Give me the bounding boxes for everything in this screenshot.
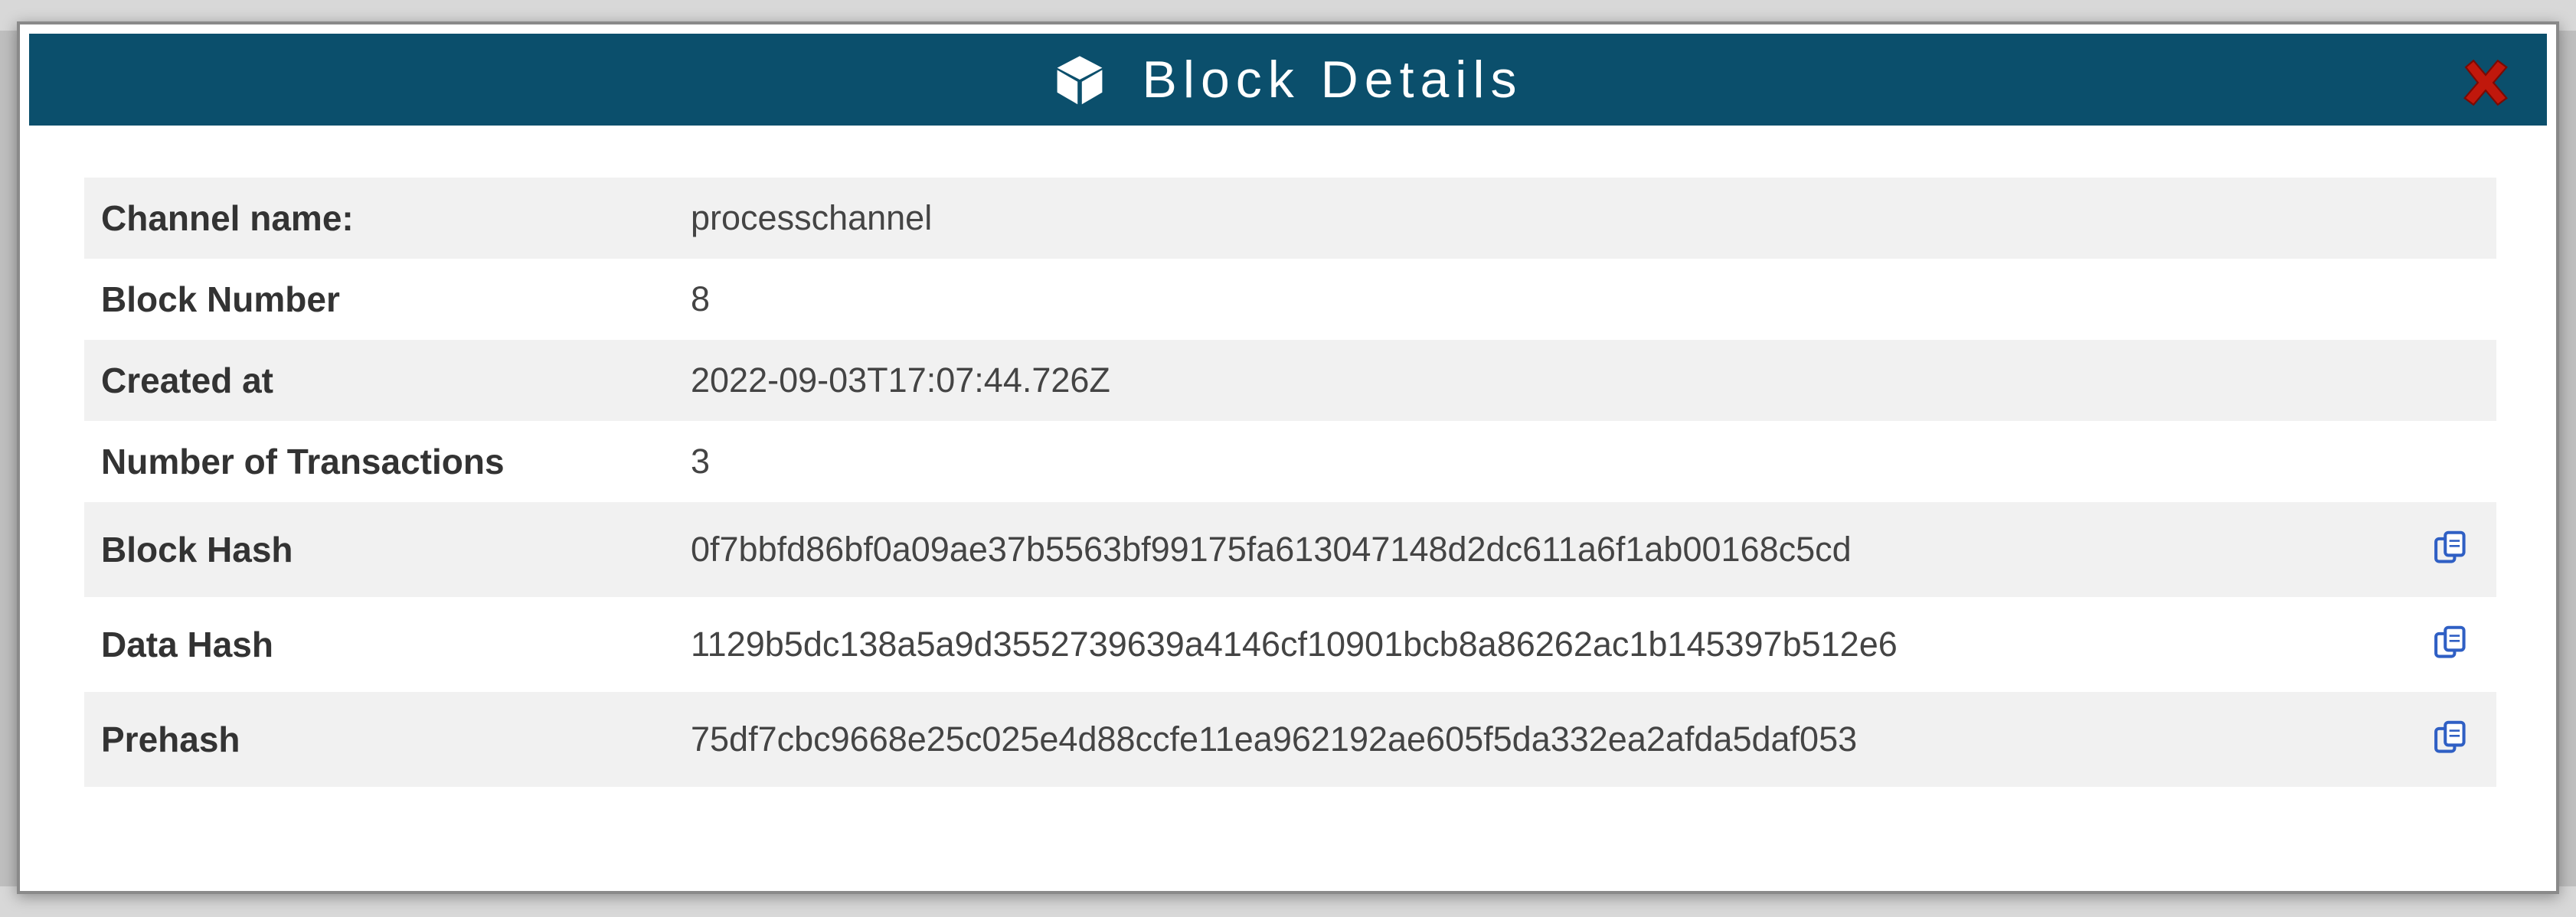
detail-label: Data Hash (101, 625, 273, 664)
detail-row-prehash: Prehash 75df7cbc9668e25c025e4d88ccfe11ea… (84, 692, 2496, 787)
close-icon (2463, 59, 2508, 106)
copy-prehash-button[interactable] (2430, 717, 2471, 759)
detail-label: Prehash (101, 720, 240, 759)
detail-value: 1129b5dc138a5a9d3552739639a4146cf10901bc… (691, 625, 1898, 664)
detail-row-channel: Channel name: processchannel (84, 178, 2496, 259)
detail-label: Number of Transactions (101, 442, 505, 481)
detail-label: Channel name: (101, 198, 354, 238)
copy-data-hash-button[interactable] (2430, 622, 2471, 664)
copy-icon (2434, 625, 2466, 658)
block-details-dialog: Block Details Channel name: processchann… (17, 21, 2559, 894)
detail-value: 8 (691, 279, 711, 318)
cube-icon (1053, 53, 1107, 106)
copy-block-hash-button[interactable] (2430, 527, 2471, 569)
detail-row-data-hash: Data Hash 1129b5dc138a5a9d3552739639a414… (84, 597, 2496, 692)
detail-value: 3 (691, 442, 711, 481)
detail-label: Block Number (101, 279, 340, 319)
copy-icon (2434, 530, 2466, 563)
detail-row-num-transactions: Number of Transactions 3 (84, 421, 2496, 502)
copy-icon (2434, 720, 2466, 753)
detail-label: Block Hash (101, 530, 293, 569)
detail-value: 2022-09-03T17:07:44.726Z (691, 361, 1110, 400)
close-button[interactable] (2458, 55, 2513, 110)
detail-value: 75df7cbc9668e25c025e4d88ccfe11ea962192ae… (691, 720, 1858, 759)
detail-row-created-at: Created at 2022-09-03T17:07:44.726Z (84, 340, 2496, 421)
dialog-title-group: Block Details (1053, 50, 1522, 109)
block-details-table: Channel name: processchannel Block Numbe… (84, 178, 2496, 787)
dialog-title: Block Details (1142, 51, 1523, 109)
detail-value: 0f7bbfd86bf0a09ae37b5563bf99175fa6130471… (691, 530, 1852, 569)
detail-row-block-hash: Block Hash 0f7bbfd86bf0a09ae37b5563bf991… (84, 502, 2496, 597)
detail-label: Created at (101, 361, 273, 400)
dialog-header: Block Details (29, 34, 2547, 126)
detail-value: processchannel (691, 198, 933, 237)
detail-row-block-number: Block Number 8 (84, 259, 2496, 340)
